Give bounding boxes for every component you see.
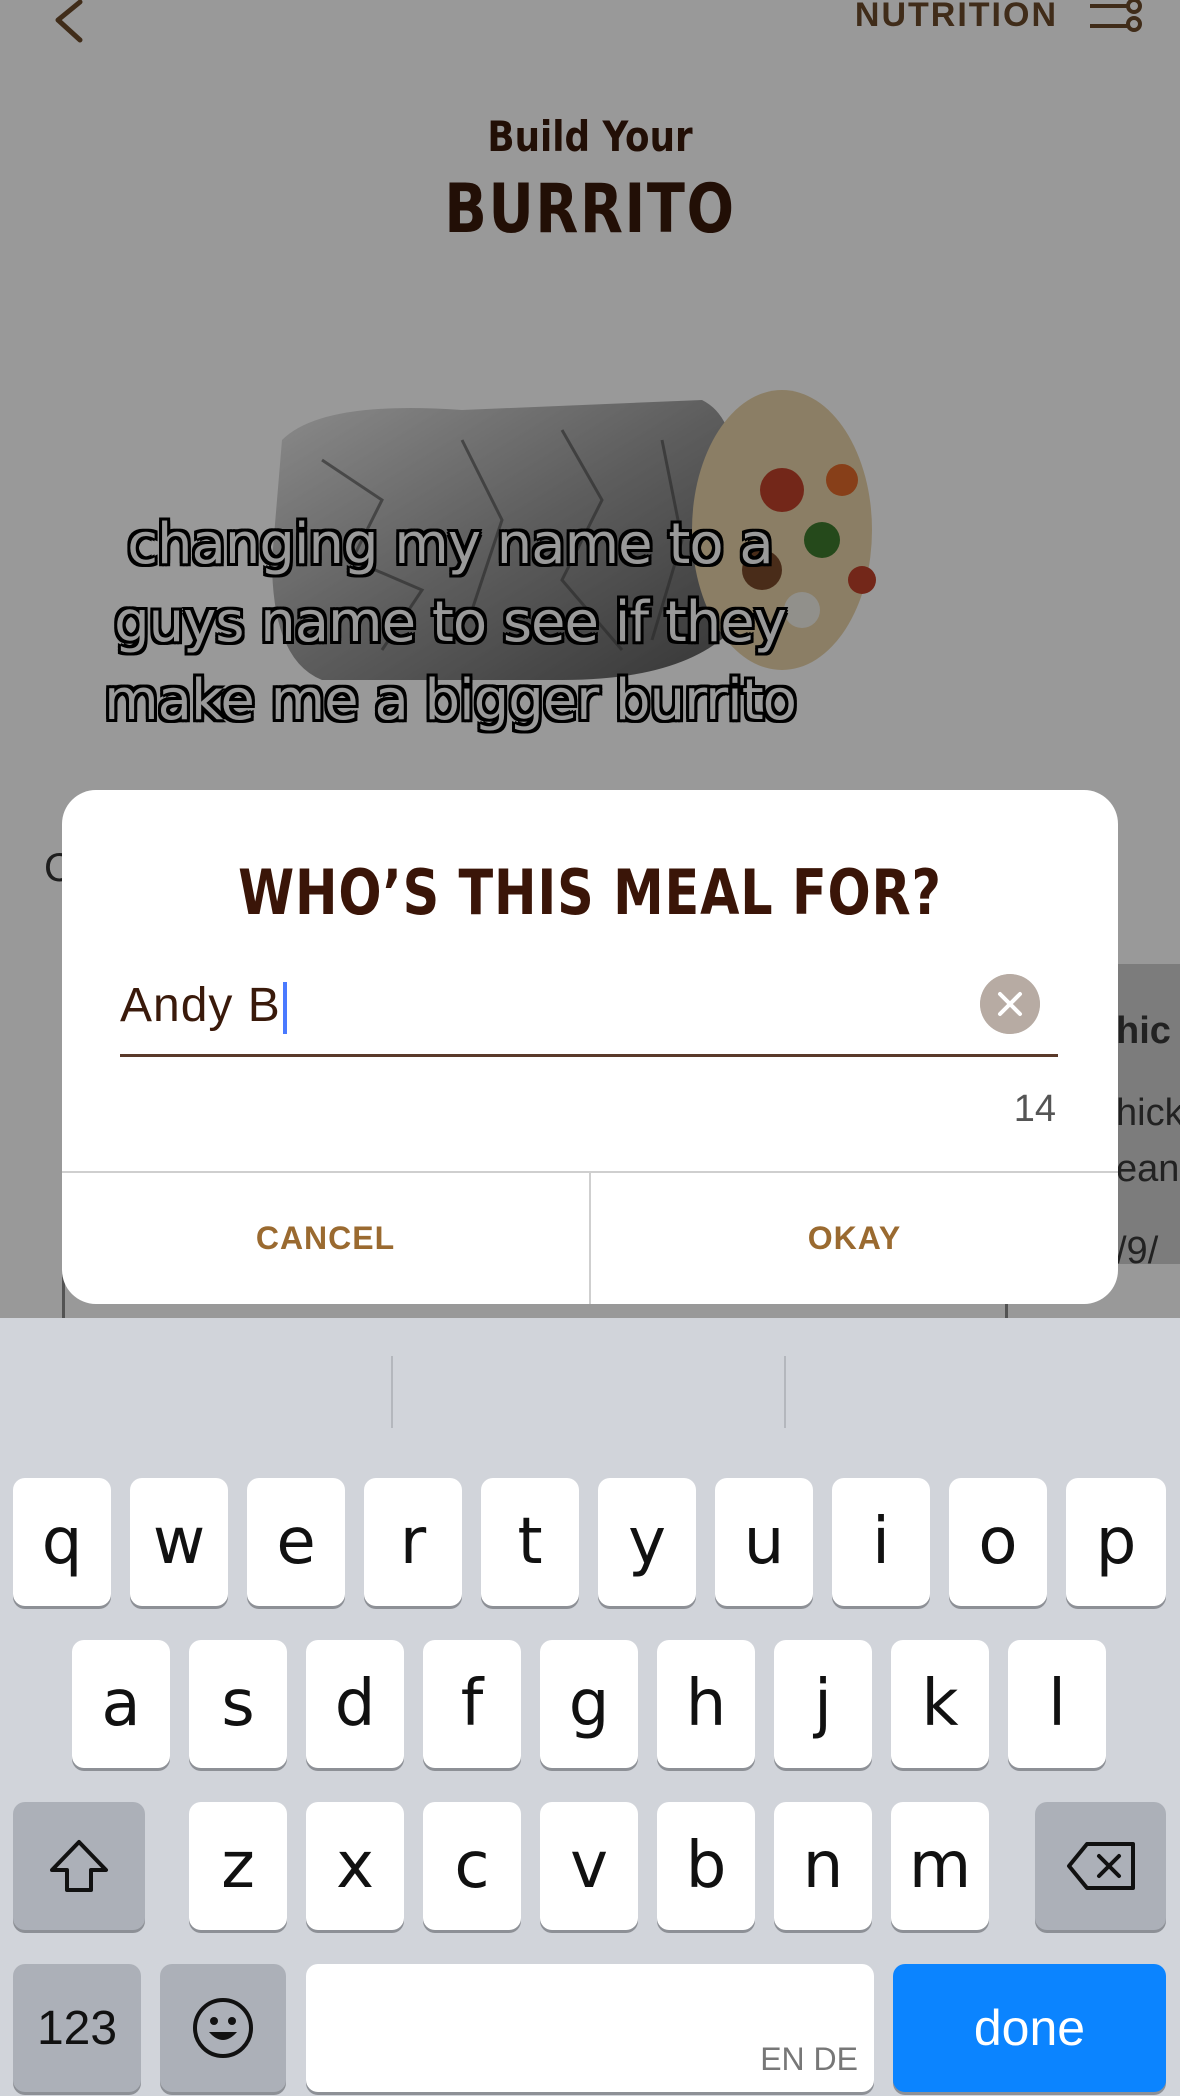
- key-r[interactable]: r: [364, 1478, 462, 1606]
- text-caret: [282, 982, 287, 1035]
- key-c[interactable]: c: [423, 1802, 521, 1930]
- key-j[interactable]: j: [774, 1640, 872, 1768]
- key-i[interactable]: i: [832, 1478, 930, 1606]
- key-t[interactable]: t: [481, 1478, 579, 1606]
- space-key[interactable]: EN DE: [306, 1964, 874, 2092]
- key-g[interactable]: g: [540, 1640, 638, 1768]
- clear-input-icon[interactable]: [980, 974, 1040, 1034]
- backspace-icon: [1066, 1842, 1135, 1890]
- cancel-button[interactable]: CANCEL: [62, 1173, 589, 1304]
- done-key[interactable]: done: [893, 1964, 1166, 2092]
- key-u[interactable]: u: [715, 1478, 813, 1606]
- key-z[interactable]: z: [189, 1802, 287, 1930]
- backspace-key[interactable]: [1035, 1802, 1166, 1930]
- shift-arrow-icon: [50, 1840, 108, 1892]
- dialog-title: WHO’S THIS MEAL FOR?: [238, 856, 942, 929]
- key-a[interactable]: a: [72, 1640, 170, 1768]
- key-d[interactable]: d: [306, 1640, 404, 1768]
- meal-name-dialog: WHO’S THIS MEAL FOR? Andy B 14 CANCEL OK…: [62, 790, 1118, 1304]
- key-q[interactable]: q: [13, 1478, 111, 1606]
- numbers-key[interactable]: 123: [13, 1964, 141, 2092]
- key-x[interactable]: x: [306, 1802, 404, 1930]
- okay-button[interactable]: OKAY: [591, 1173, 1118, 1304]
- key-b[interactable]: b: [657, 1802, 755, 1930]
- key-l[interactable]: l: [1008, 1640, 1106, 1768]
- key-m[interactable]: m: [891, 1802, 989, 1930]
- key-e[interactable]: e: [247, 1478, 345, 1606]
- emoji-key[interactable]: [160, 1964, 286, 2092]
- key-o[interactable]: o: [949, 1478, 1047, 1606]
- keyboard-language-label: EN DE: [760, 2041, 858, 2077]
- key-v[interactable]: v: [540, 1802, 638, 1930]
- key-n[interactable]: n: [774, 1802, 872, 1930]
- key-s[interactable]: s: [189, 1640, 287, 1768]
- name-input[interactable]: Andy B: [120, 974, 1058, 1057]
- key-f[interactable]: f: [423, 1640, 521, 1768]
- suggestion-divider: [391, 1356, 393, 1428]
- key-k[interactable]: k: [891, 1640, 989, 1768]
- name-input-value: Andy B: [120, 979, 281, 1032]
- shift-key[interactable]: [13, 1802, 145, 1930]
- on-screen-keyboard: q w e r t y u i o p a s d f g h j k l z …: [0, 1318, 1180, 2096]
- suggestion-divider: [784, 1356, 786, 1428]
- key-p[interactable]: p: [1066, 1478, 1166, 1606]
- key-w[interactable]: w: [130, 1478, 228, 1606]
- key-y[interactable]: y: [598, 1478, 696, 1606]
- character-counter: 14: [1013, 1088, 1056, 1130]
- key-h[interactable]: h: [657, 1640, 755, 1768]
- emoji-smiley-icon: [193, 1998, 253, 2058]
